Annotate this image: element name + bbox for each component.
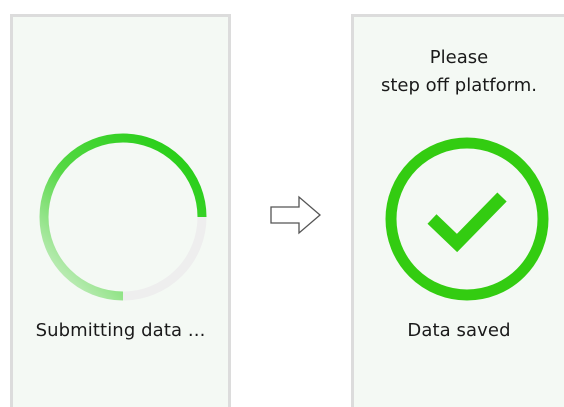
data-saved-screen: Please step off platform. Data saved: [351, 14, 564, 407]
prompt-line-1: Please: [429, 47, 489, 68]
flow-stage: Submitting data ... Please step off plat…: [0, 0, 564, 407]
saved-status-text: Data saved: [407, 320, 511, 341]
prompt-line-2: step off platform.: [381, 75, 537, 96]
submitting-screen: Submitting data ...: [10, 14, 231, 407]
step-off-prompt: Please step off platform.: [354, 44, 564, 100]
circular-progress-icon: [39, 133, 207, 301]
right-arrow-icon: [270, 195, 321, 235]
submitting-status-text: Submitting data ...: [35, 320, 206, 341]
checkmark-circle-icon: [385, 137, 549, 301]
